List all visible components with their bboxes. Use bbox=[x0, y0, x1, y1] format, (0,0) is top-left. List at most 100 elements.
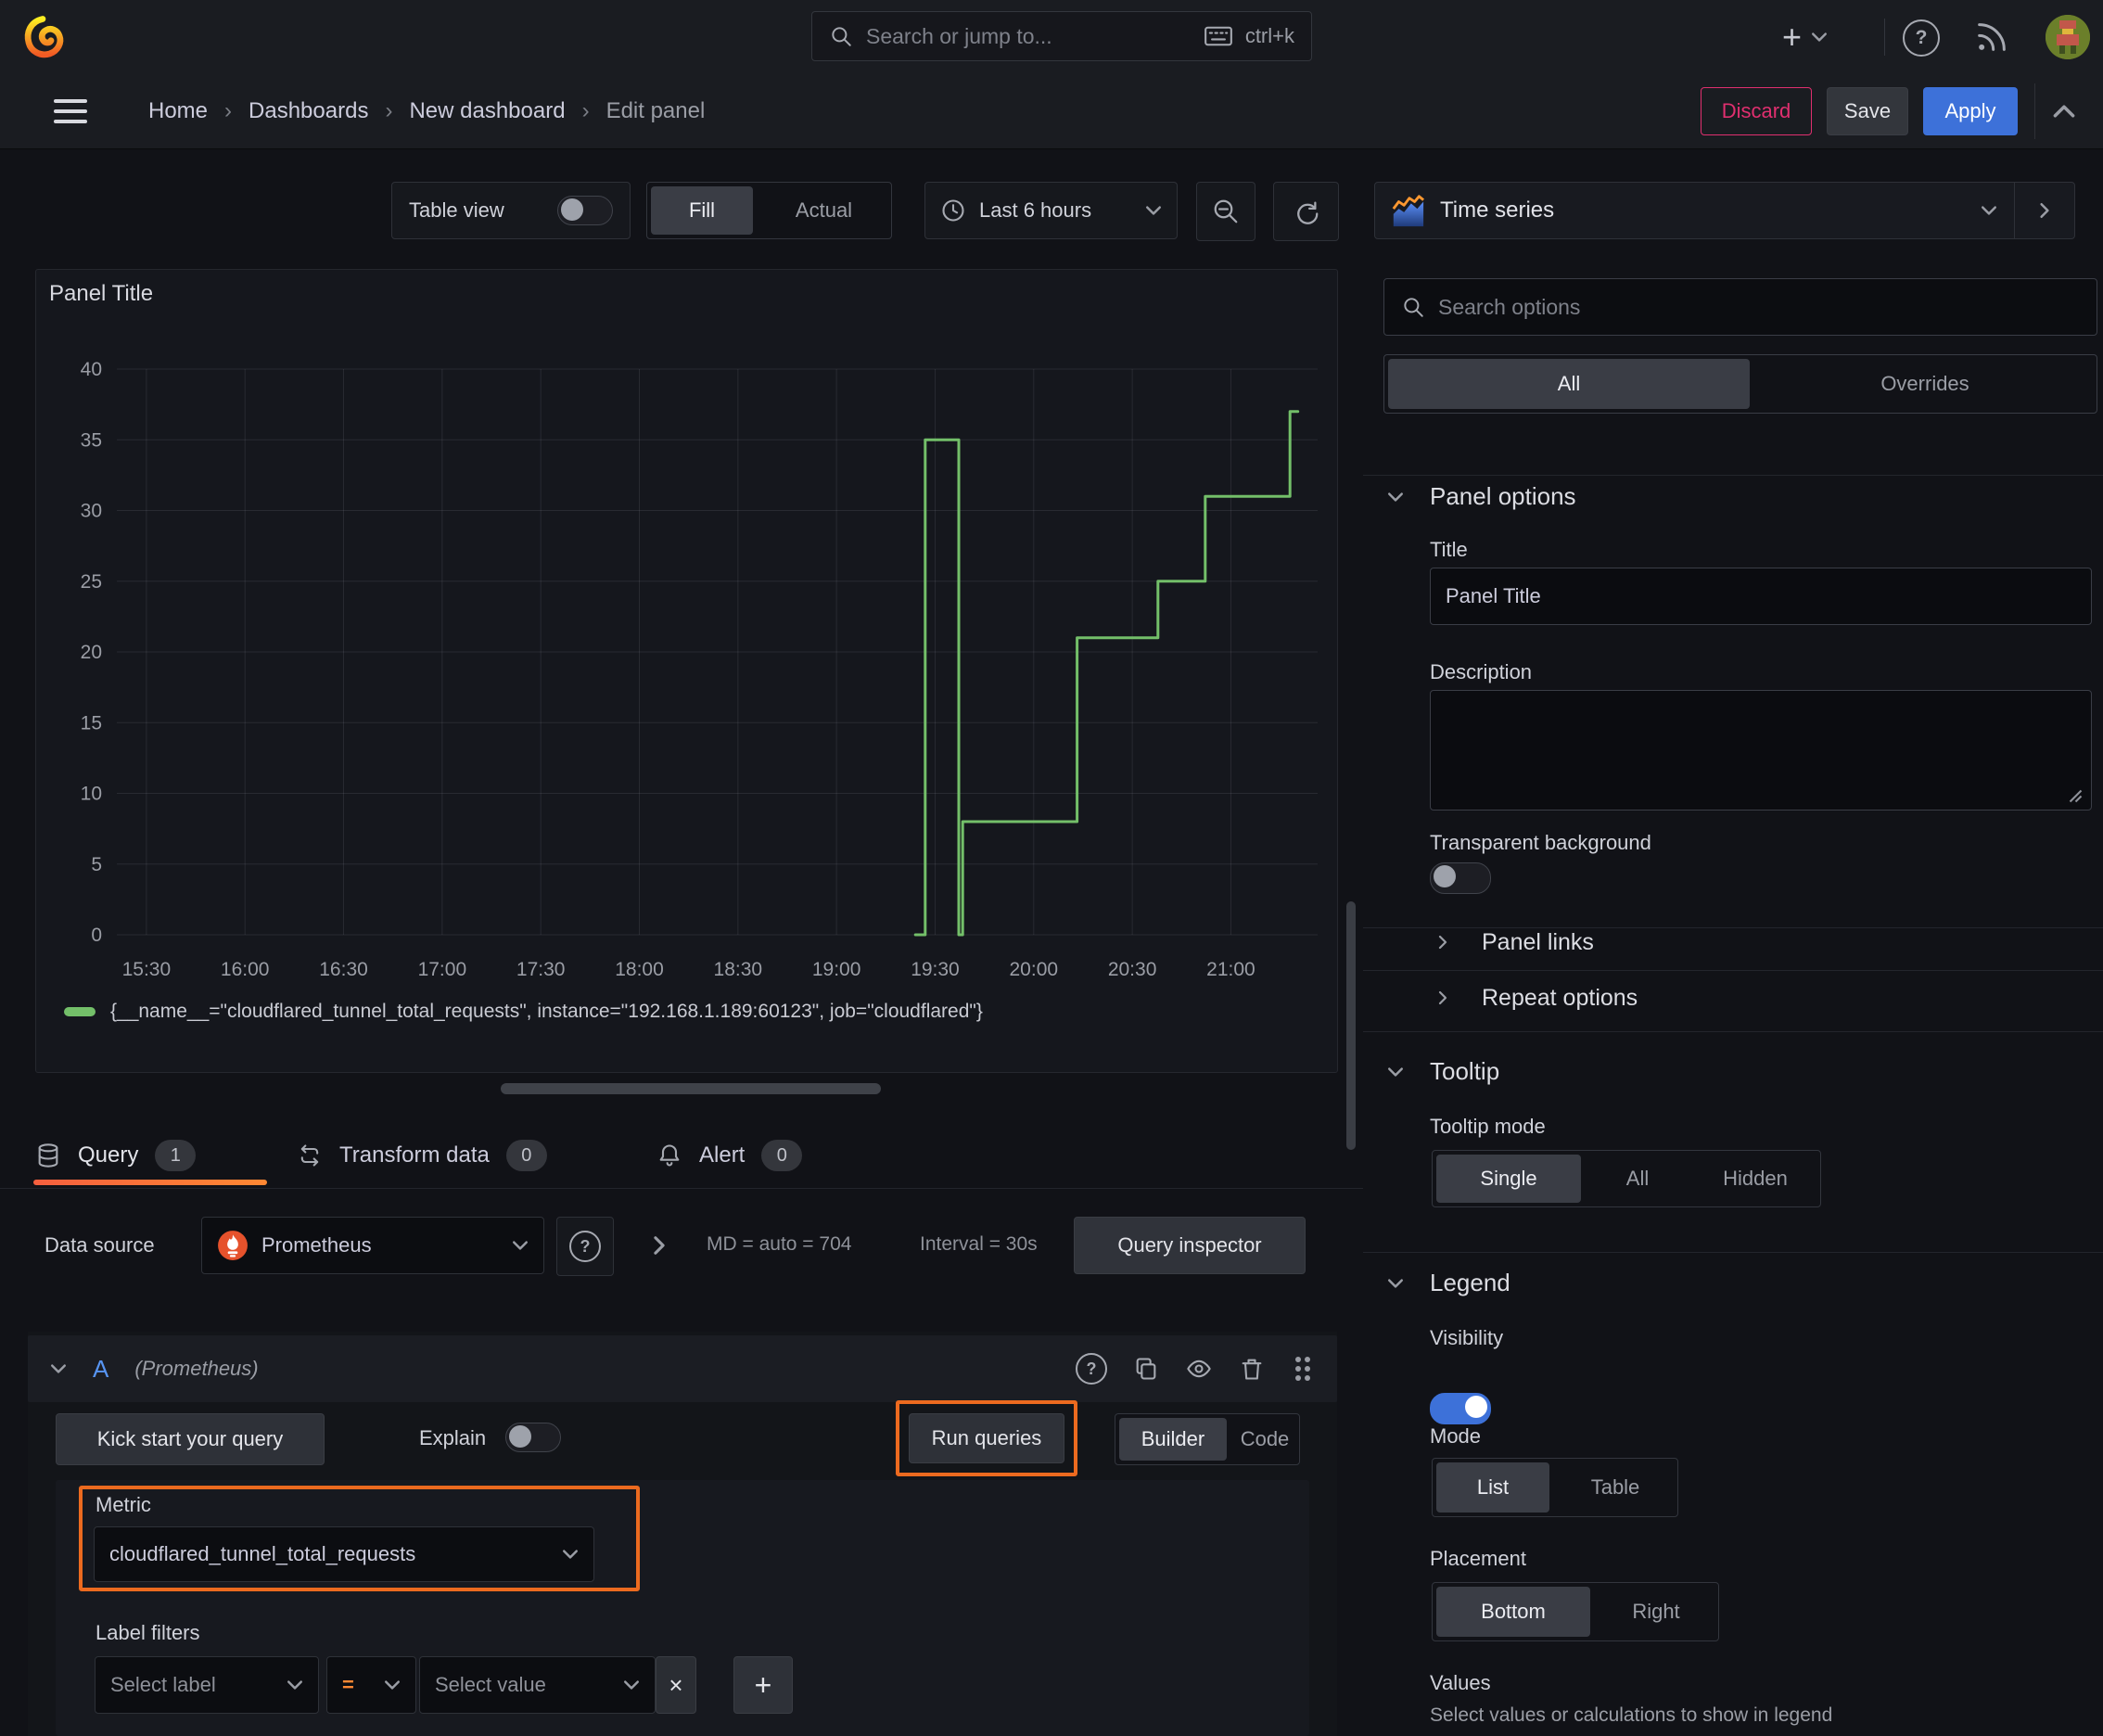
query-help-icon[interactable]: ? bbox=[1076, 1353, 1107, 1385]
help-icon[interactable]: ? bbox=[1903, 19, 1940, 57]
tab-overrides[interactable]: Overrides bbox=[1753, 355, 2097, 413]
builder-option[interactable]: Builder bbox=[1119, 1418, 1227, 1461]
user-avatar[interactable] bbox=[2046, 15, 2090, 59]
trash-icon[interactable] bbox=[1239, 1356, 1265, 1382]
chart-legend-item[interactable]: {__name__="cloudflared_tunnel_total_requ… bbox=[64, 1001, 983, 1023]
svg-text:19:00: 19:00 bbox=[812, 959, 861, 980]
tab-query-label: Query bbox=[78, 1142, 139, 1168]
svg-text:20:00: 20:00 bbox=[1010, 959, 1059, 980]
query-inspector-button[interactable]: Query inspector bbox=[1074, 1217, 1306, 1274]
actual-option[interactable]: Actual bbox=[757, 183, 891, 238]
table-view-toggle[interactable] bbox=[557, 196, 613, 225]
resize-handle-icon[interactable] bbox=[2066, 786, 2083, 803]
transparent-background-toggle[interactable] bbox=[1430, 862, 1491, 894]
legend-placement-right[interactable]: Right bbox=[1594, 1583, 1718, 1640]
time-series-chart[interactable]: 0 5 10 15 20 25 30 35 40 15:30 16:00 16:30 17:00 17:3… bbox=[47, 337, 1327, 997]
chevron-down-icon bbox=[1388, 491, 1403, 502]
topbar-divider bbox=[1884, 19, 1885, 56]
datasource-picker[interactable]: Prometheus bbox=[201, 1217, 544, 1274]
tab-transform-badge: 0 bbox=[505, 1140, 547, 1171]
run-queries-button[interactable]: Run queries bbox=[909, 1413, 1064, 1463]
zoom-out-button[interactable] bbox=[1196, 182, 1255, 241]
eye-icon[interactable] bbox=[1185, 1356, 1213, 1382]
operator-value: = bbox=[342, 1673, 354, 1696]
tooltip-mode-all[interactable]: All bbox=[1585, 1151, 1690, 1206]
fill-option[interactable]: Fill bbox=[651, 186, 753, 235]
svg-text:35: 35 bbox=[81, 429, 102, 451]
svg-text:15: 15 bbox=[81, 712, 102, 734]
collapse-row-icon[interactable] bbox=[653, 1235, 666, 1256]
refresh-button[interactable] bbox=[1273, 182, 1339, 241]
database-icon bbox=[38, 1143, 58, 1168]
apply-button[interactable]: Apply bbox=[1923, 87, 2018, 135]
select-label-dropdown[interactable]: Select label bbox=[95, 1656, 319, 1714]
transform-icon bbox=[300, 1144, 319, 1167]
new-menu-button[interactable]: + bbox=[1782, 20, 1828, 54]
tooltip-header[interactable]: Tooltip bbox=[1387, 1057, 1499, 1086]
collapse-pane-icon[interactable] bbox=[2051, 104, 2077, 119]
legend-section-header[interactable]: Legend bbox=[1387, 1269, 1510, 1297]
explain-toggle[interactable] bbox=[505, 1423, 561, 1452]
legend-visibility-toggle[interactable] bbox=[1430, 1393, 1491, 1424]
svg-text:16:30: 16:30 bbox=[319, 959, 368, 980]
operator-dropdown[interactable]: = bbox=[326, 1656, 416, 1714]
save-button[interactable]: Save bbox=[1827, 87, 1908, 135]
legend-mode-table[interactable]: Table bbox=[1553, 1459, 1677, 1516]
prometheus-icon bbox=[218, 1231, 248, 1260]
tab-query[interactable]: Query 1 bbox=[35, 1128, 197, 1183]
panel-links-title: Panel links bbox=[1482, 928, 1594, 955]
legend-placement-bottom[interactable]: Bottom bbox=[1436, 1587, 1590, 1637]
zoom-out-icon bbox=[1214, 199, 1238, 223]
tab-alert[interactable]: Alert 0 bbox=[656, 1128, 803, 1183]
global-search-box[interactable]: Search or jump to... ctrl+k bbox=[811, 11, 1312, 61]
breadcrumb-new-dashboard[interactable]: New dashboard bbox=[409, 98, 565, 124]
toggle-options-pane-button[interactable] bbox=[2015, 183, 2074, 238]
tab-transform-label: Transform data bbox=[339, 1142, 490, 1168]
tab-transform-data[interactable]: Transform data 0 bbox=[297, 1128, 547, 1183]
drag-handle-icon[interactable] bbox=[1291, 1355, 1315, 1383]
news-icon[interactable] bbox=[1973, 19, 2010, 60]
breadcrumb-dashboards[interactable]: Dashboards bbox=[249, 98, 368, 124]
visualization-picker[interactable]: Time series bbox=[1374, 182, 2075, 239]
scrollbar-thumb[interactable] bbox=[1346, 901, 1356, 1150]
tooltip-mode-hidden[interactable]: Hidden bbox=[1690, 1151, 1820, 1206]
time-range-picker[interactable]: Last 6 hours bbox=[924, 182, 1178, 239]
description-textarea[interactable] bbox=[1430, 690, 2092, 811]
breadcrumb-separator: › bbox=[581, 98, 590, 123]
visibility-label: Visibility bbox=[1430, 1326, 1504, 1349]
duplicate-icon[interactable] bbox=[1133, 1356, 1159, 1382]
legend-placement-switch: Bottom Right bbox=[1432, 1582, 1719, 1641]
metric-select[interactable]: cloudflared_tunnel_total_requests bbox=[94, 1526, 594, 1582]
datasource-help-button[interactable]: ? bbox=[556, 1217, 614, 1276]
options-search-placeholder: Search options bbox=[1438, 294, 1581, 319]
title-label: Title bbox=[1430, 538, 1468, 561]
tab-all[interactable]: All bbox=[1388, 359, 1750, 409]
panel-links-header[interactable]: Panel links bbox=[1435, 922, 1594, 963]
repeat-options-title: Repeat options bbox=[1482, 984, 1638, 1011]
kick-start-query-button[interactable]: Kick start your query bbox=[56, 1413, 325, 1465]
query-row-header[interactable]: A (Prometheus) ? bbox=[28, 1335, 1337, 1402]
menu-toggle[interactable] bbox=[54, 99, 87, 123]
repeat-options-header[interactable]: Repeat options bbox=[1435, 977, 1638, 1018]
section-divider bbox=[1363, 1252, 2103, 1253]
grafana-logo-icon[interactable] bbox=[20, 15, 65, 59]
description-label: Description bbox=[1430, 660, 1533, 683]
pane-resize-handle[interactable] bbox=[501, 1083, 881, 1094]
breadcrumb-edit-panel: Edit panel bbox=[605, 98, 706, 123]
legend-mode-list[interactable]: List bbox=[1436, 1462, 1549, 1513]
panel-title-input[interactable] bbox=[1430, 568, 2092, 625]
tooltip-mode-switch: Single All Hidden bbox=[1432, 1150, 1821, 1207]
options-pane-tabs: All Overrides bbox=[1383, 354, 2097, 414]
panel-options-header[interactable]: Panel options bbox=[1387, 482, 1576, 511]
tooltip-mode-single[interactable]: Single bbox=[1436, 1155, 1581, 1203]
remove-filter-button[interactable]: × bbox=[656, 1656, 696, 1714]
add-filter-button[interactable]: + bbox=[733, 1656, 793, 1714]
select-value-dropdown[interactable]: Select value bbox=[419, 1656, 656, 1714]
options-search-box[interactable]: Search options bbox=[1383, 278, 2097, 336]
chevron-down-icon bbox=[513, 1241, 528, 1250]
breadcrumb-home[interactable]: Home bbox=[148, 98, 208, 124]
chevron-right-icon bbox=[1438, 990, 1447, 1005]
discard-button[interactable]: Discard bbox=[1701, 87, 1812, 135]
tabs-divider bbox=[0, 1188, 1363, 1189]
code-option[interactable]: Code bbox=[1230, 1414, 1299, 1464]
